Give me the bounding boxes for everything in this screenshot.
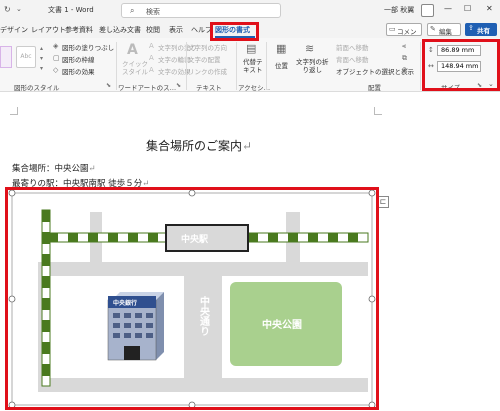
highlight-map [5, 187, 379, 410]
